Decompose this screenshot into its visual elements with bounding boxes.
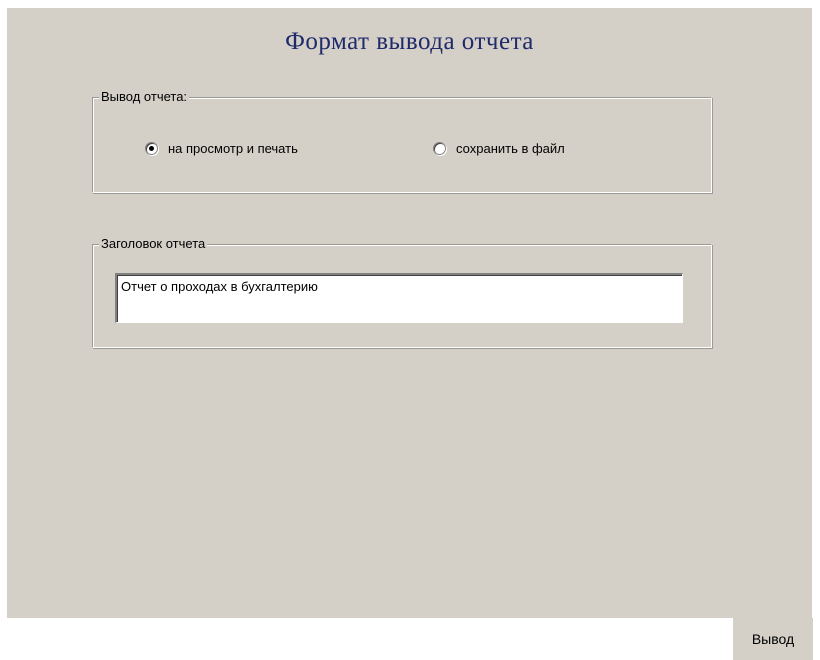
radio-save-file-label: сохранить в файл bbox=[456, 141, 565, 156]
main-panel: Формат вывода отчета Вывод отчета: на пр… bbox=[7, 8, 812, 618]
radio-unchecked-icon[interactable] bbox=[433, 142, 446, 155]
tab-bar: Вывод bbox=[0, 618, 820, 660]
radio-save-file[interactable]: сохранить в файл bbox=[433, 141, 565, 156]
radio-preview-print[interactable]: на просмотр и печать bbox=[145, 141, 298, 156]
radio-checked-icon[interactable] bbox=[145, 142, 158, 155]
tab-output[interactable]: Вывод bbox=[733, 618, 813, 660]
report-header-groupbox: Заголовок отчета Отчет о проходах в бухг… bbox=[92, 236, 712, 348]
radio-preview-print-label: на просмотр и печать bbox=[168, 141, 298, 156]
report-header-legend: Заголовок отчета bbox=[99, 236, 208, 252]
output-groupbox: Вывод отчета: на просмотр и печать сохра… bbox=[92, 89, 712, 193]
output-group-legend: Вывод отчета: bbox=[99, 89, 190, 105]
page-title: Формат вывода отчета bbox=[285, 28, 534, 55]
report-header-input[interactable]: Отчет о проходах в бухгалтерию bbox=[115, 273, 683, 323]
